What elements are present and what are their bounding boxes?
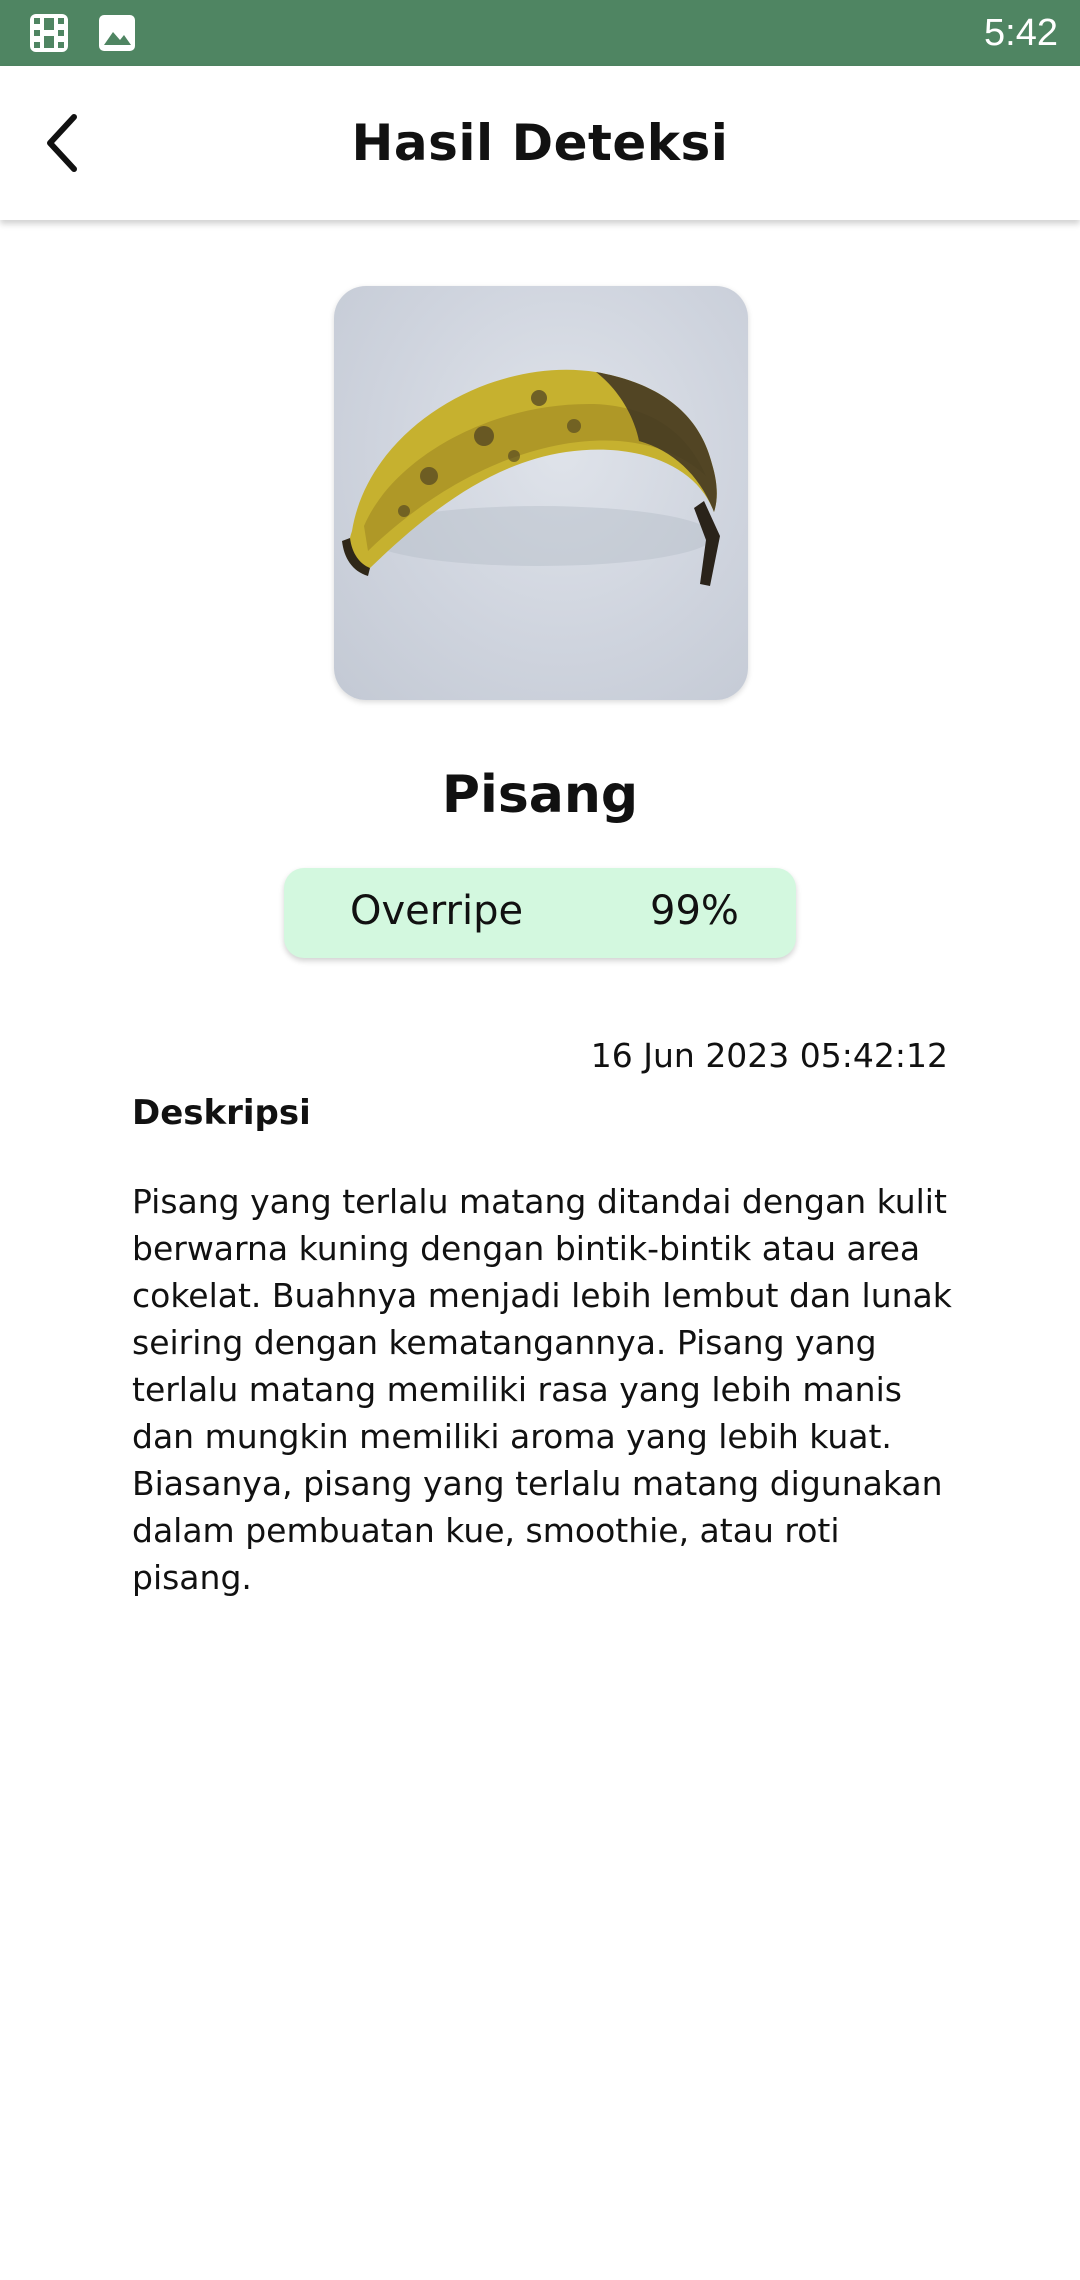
image-icon <box>96 12 138 54</box>
film-icon <box>28 12 70 54</box>
detection-timestamp: 16 Jun 2023 05:42:12 <box>590 1036 948 1075</box>
back-button[interactable] <box>30 108 94 178</box>
detected-photo <box>334 286 748 700</box>
confidence-value: 99% <box>650 888 739 934</box>
app-bar: Hasil Deteksi <box>0 66 1080 220</box>
status-time: 5:42 <box>984 11 1058 54</box>
fruit-name: Pisang <box>441 765 639 825</box>
chevron-left-icon <box>47 114 77 172</box>
page-title: Hasil Deteksi <box>351 114 729 172</box>
status-bar: 5:42 <box>0 0 1080 66</box>
description-text: Pisang yang terlalu matang ditandai deng… <box>132 1182 952 1597</box>
description-heading: Deskripsi <box>132 1093 311 1133</box>
banana-image <box>342 369 720 586</box>
ripeness-result-badge: Overripe 99% <box>284 868 796 958</box>
ripeness-label: Overripe <box>350 888 524 934</box>
